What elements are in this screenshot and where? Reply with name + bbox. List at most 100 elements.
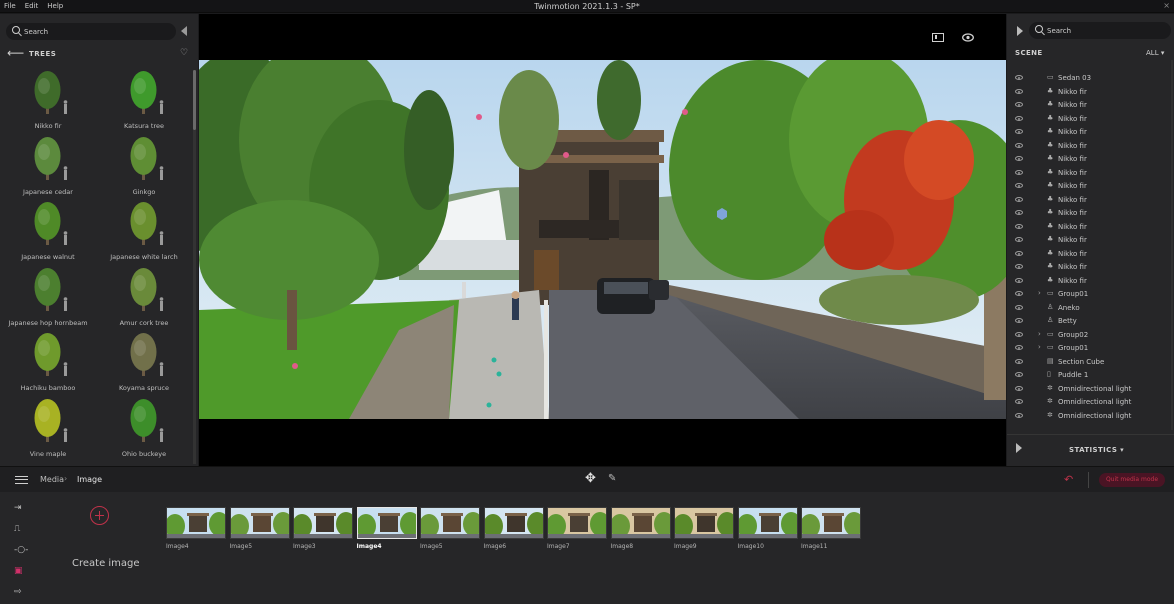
visibility-eye-icon[interactable] bbox=[1015, 129, 1023, 134]
create-image-icon[interactable] bbox=[90, 506, 109, 525]
image-thumbnail[interactable] bbox=[166, 507, 226, 539]
scene-tree-item[interactable]: ▯ Puddle 1 bbox=[1007, 369, 1167, 383]
image-thumbnail[interactable] bbox=[737, 507, 798, 539]
scene-tree-item[interactable]: ♣ Nikko fir bbox=[1007, 261, 1167, 275]
create-image-button[interactable]: Create image bbox=[72, 558, 140, 569]
visibility-eye-icon[interactable] bbox=[1015, 331, 1023, 337]
scene-tree-item[interactable]: ♙ Betty bbox=[1007, 315, 1167, 329]
export-icon[interactable]: ⇨ bbox=[14, 586, 30, 598]
scene-tree-item[interactable]: ♣ Nikko fir bbox=[1007, 194, 1167, 208]
visibility-eye-icon[interactable] bbox=[1015, 169, 1023, 175]
breadcrumb-media[interactable]: Media bbox=[40, 475, 64, 484]
image-thumbnail[interactable] bbox=[801, 507, 861, 539]
pencil-icon[interactable]: ✎ bbox=[608, 473, 616, 484]
image-thumbnail[interactable] bbox=[293, 507, 353, 539]
visibility-eye-icon[interactable] bbox=[962, 33, 974, 42]
scene-tree-item[interactable]: › ▭ Group01 bbox=[1007, 288, 1167, 302]
move-tool-icon[interactable]: ✥ bbox=[585, 472, 596, 486]
close-icon[interactable]: × bbox=[1163, 1, 1170, 10]
library-tree-item[interactable]: Japanese cedar bbox=[0, 136, 96, 200]
scene-tree-item[interactable]: ♣ Nikko fir bbox=[1007, 86, 1167, 100]
visibility-eye-icon[interactable] bbox=[1015, 399, 1023, 404]
scene-tree-item[interactable]: ♣ Nikko fir bbox=[1007, 126, 1167, 140]
visibility-eye-icon[interactable] bbox=[1015, 372, 1023, 377]
visibility-eye-icon[interactable] bbox=[1015, 156, 1023, 161]
visibility-eye-icon[interactable] bbox=[1015, 210, 1023, 215]
scene-tree-item[interactable]: ▭ Sedan 03 bbox=[1007, 72, 1167, 86]
scene-tree-item[interactable]: ♣ Nikko fir bbox=[1007, 207, 1167, 221]
scene-tree-item[interactable]: › ▭ Group02 bbox=[1007, 329, 1167, 343]
panorama-icon[interactable]: -○- bbox=[14, 544, 30, 556]
video-icon[interactable]: ▣ bbox=[14, 565, 30, 577]
visibility-eye-icon[interactable] bbox=[1015, 318, 1023, 323]
scene-tree-item[interactable]: ✲ Omnidirectional light bbox=[1007, 383, 1167, 397]
scene-tree-item[interactable]: ♣ Nikko fir bbox=[1007, 99, 1167, 113]
library-tree-item[interactable]: Ginkgo bbox=[96, 136, 192, 200]
visibility-eye-icon[interactable] bbox=[1015, 345, 1023, 350]
visibility-eye-icon[interactable] bbox=[1015, 223, 1023, 229]
visibility-eye-icon[interactable] bbox=[1015, 250, 1023, 256]
visibility-eye-icon[interactable] bbox=[1015, 291, 1023, 296]
scene-tree-item[interactable]: › ▭ Group01 bbox=[1007, 342, 1167, 356]
scene-tree-item[interactable]: ✲ Omnidirectional light bbox=[1007, 410, 1167, 424]
favorite-heart-icon[interactable]: ♡ bbox=[180, 48, 188, 58]
path-icon[interactable]: ⎍ bbox=[14, 523, 30, 535]
library-tree-item[interactable]: Japanese walnut bbox=[0, 201, 96, 265]
visibility-eye-icon[interactable] bbox=[1015, 304, 1023, 310]
library-tree-item[interactable]: Japanese white larch bbox=[96, 201, 192, 265]
scene-scrollbar[interactable] bbox=[1171, 60, 1173, 430]
library-tree-item[interactable]: Hachiku bamboo bbox=[0, 332, 96, 396]
3d-viewport[interactable] bbox=[199, 14, 1006, 466]
scene-tree-item[interactable]: ♙ Aneko bbox=[1007, 302, 1167, 316]
statistics-toggle[interactable]: STATISTICS ▾ bbox=[1069, 446, 1124, 454]
visibility-eye-icon[interactable] bbox=[1015, 358, 1023, 364]
visibility-eye-icon[interactable] bbox=[1015, 88, 1023, 94]
library-tree-item[interactable]: Japanese hop hornbeam bbox=[0, 267, 96, 331]
library-tree-item[interactable]: Ohio buckeye bbox=[96, 398, 192, 462]
expand-statistics-icon[interactable] bbox=[1016, 443, 1022, 453]
scene-tree-item[interactable]: ♣ Nikko fir bbox=[1007, 248, 1167, 262]
visibility-eye-icon[interactable] bbox=[1015, 102, 1023, 107]
chevron-right-icon[interactable]: › bbox=[1038, 289, 1041, 297]
scene-tree-item[interactable]: ♣ Nikko fir bbox=[1007, 167, 1167, 181]
expand-panel-icon[interactable] bbox=[1017, 26, 1023, 36]
visibility-eye-icon[interactable] bbox=[1015, 264, 1023, 269]
back-arrow-icon[interactable]: ⟵ bbox=[7, 47, 24, 59]
library-tree-item[interactable]: Katsura tree bbox=[96, 70, 192, 134]
scene-tree-item[interactable]: ♣ Nikko fir bbox=[1007, 140, 1167, 154]
rendered-scene-image[interactable] bbox=[199, 60, 1006, 419]
scene-filter-dropdown[interactable]: ALL ▾ bbox=[1146, 49, 1164, 57]
scene-tree-item[interactable]: ♣ Nikko fir bbox=[1007, 221, 1167, 235]
image-thumbnail[interactable] bbox=[483, 507, 544, 539]
visibility-eye-icon[interactable] bbox=[1015, 183, 1023, 188]
collapse-panel-icon[interactable] bbox=[181, 26, 187, 36]
image-thumbnail[interactable] bbox=[420, 507, 480, 539]
library-tree-item[interactable]: Amur cork tree bbox=[96, 267, 192, 331]
image-thumbnail[interactable] bbox=[356, 507, 417, 539]
image-thumbnail[interactable] bbox=[547, 507, 607, 539]
visibility-eye-icon[interactable] bbox=[1015, 115, 1023, 121]
image-thumbnail[interactable] bbox=[674, 507, 734, 539]
visibility-eye-icon[interactable] bbox=[1015, 237, 1023, 242]
scene-tree-item[interactable]: ✲ Omnidirectional light bbox=[1007, 396, 1167, 410]
library-scrollbar[interactable] bbox=[193, 70, 196, 464]
library-scrollbar-thumb[interactable] bbox=[193, 70, 196, 130]
scene-tree-item[interactable]: ♣ Nikko fir bbox=[1007, 153, 1167, 167]
chevron-right-icon[interactable]: › bbox=[1038, 343, 1041, 351]
visibility-eye-icon[interactable] bbox=[1015, 385, 1023, 391]
scene-tree-item[interactable]: ♣ Nikko fir bbox=[1007, 234, 1167, 248]
scene-tree-item[interactable]: ♣ Nikko fir bbox=[1007, 180, 1167, 194]
image-thumbnail[interactable] bbox=[229, 507, 290, 539]
visibility-eye-icon[interactable] bbox=[1015, 75, 1023, 80]
library-tree-item[interactable]: Nikko fir bbox=[0, 70, 96, 134]
library-search-input[interactable]: Search bbox=[6, 23, 176, 40]
library-tree-item[interactable]: Koyama spruce bbox=[96, 332, 192, 396]
chevron-right-icon[interactable]: › bbox=[1038, 330, 1041, 338]
hamburger-menu-icon[interactable] bbox=[15, 476, 28, 484]
scene-tree-item[interactable]: ▤ Section Cube bbox=[1007, 356, 1167, 370]
scene-tree-item[interactable]: ♣ Nikko fir bbox=[1007, 113, 1167, 127]
safe-frame-icon[interactable] bbox=[932, 33, 944, 42]
visibility-eye-icon[interactable] bbox=[1015, 142, 1023, 148]
undo-icon[interactable]: ↶ bbox=[1064, 473, 1073, 486]
scene-search-input[interactable]: Search bbox=[1029, 22, 1171, 39]
